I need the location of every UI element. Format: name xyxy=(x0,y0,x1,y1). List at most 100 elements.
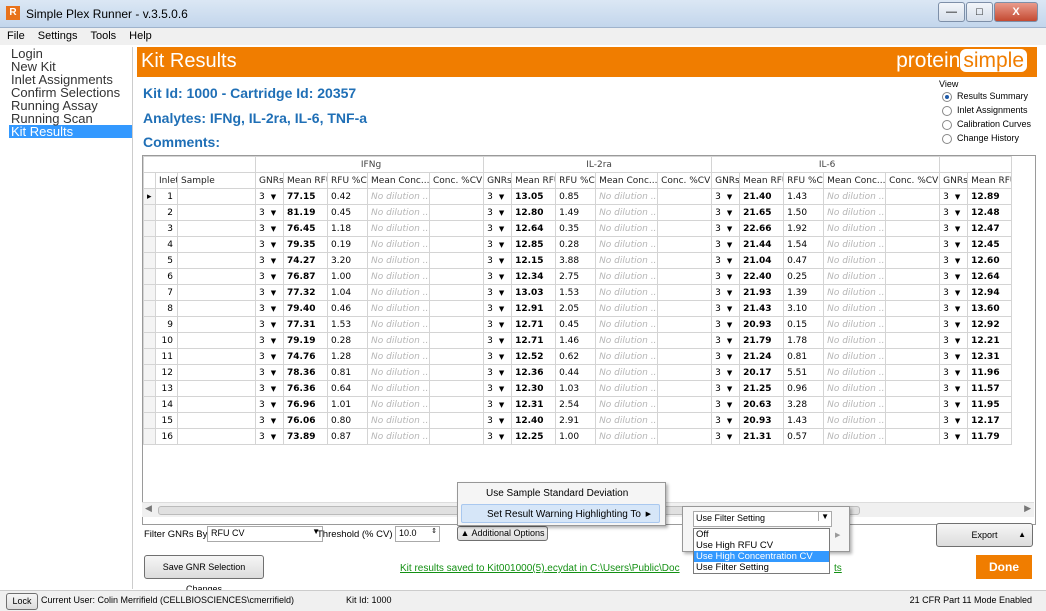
view-option-change-history[interactable]: Change History xyxy=(939,131,1035,145)
gnr-select[interactable]: 3 ▼ xyxy=(939,220,969,237)
gnr-select[interactable]: 3 ▼ xyxy=(939,332,969,349)
gnr-select[interactable]: 3 ▼ xyxy=(939,396,969,413)
sample-cell[interactable] xyxy=(176,204,257,221)
gnr-select[interactable]: 3 ▼ xyxy=(711,412,741,429)
export-button[interactable]: Export ▲ xyxy=(936,523,1033,547)
gnr-select[interactable]: 3 ▼ xyxy=(711,204,741,221)
gnr-select[interactable]: 3 ▼ xyxy=(483,268,513,285)
gnr-select[interactable]: 3 ▼ xyxy=(939,348,969,365)
gnr-select[interactable]: 3 ▼ xyxy=(711,332,741,349)
gnr-select[interactable]: 3 ▼ xyxy=(255,396,285,413)
saved-file-link-tail[interactable]: ts xyxy=(834,563,842,574)
table-row[interactable]: 13 3 ▼ 76.36 0.64 No dilution ... 3 ▼ 12.30 1.03 N… xyxy=(143,380,1013,397)
gnr-select[interactable]: 3 ▼ xyxy=(939,412,969,429)
gnr-select[interactable]: 3 ▼ xyxy=(939,188,969,205)
column-header[interactable]: Conc. %CV xyxy=(429,172,485,189)
gnr-select[interactable]: 3 ▼ xyxy=(255,316,285,333)
menu-item-sample-std-dev[interactable]: Use Sample Standard Deviation xyxy=(461,484,660,503)
gnr-select[interactable]: 3 ▼ xyxy=(255,284,285,301)
gnr-select[interactable]: 3 ▼ xyxy=(255,220,285,237)
gnr-select[interactable]: 3 ▼ xyxy=(939,428,969,445)
gnr-select[interactable]: 3 ▼ xyxy=(711,252,741,269)
chevron-down-icon[interactable]: ▼ xyxy=(818,512,829,521)
column-header[interactable]: Mean Conc... xyxy=(367,172,431,189)
close-button[interactable]: X xyxy=(994,2,1038,22)
table-row[interactable]: ▸ 1 3 ▼ 77.15 0.42 No dilution ... 3 ▼ 13.05 0.85 N… xyxy=(143,188,1013,205)
gnr-select[interactable]: 3 ▼ xyxy=(255,428,285,445)
column-header[interactable]: Mean RFU xyxy=(511,172,557,189)
gnr-select[interactable]: 3 ▼ xyxy=(711,364,741,381)
table-row[interactable]: 3 3 ▼ 76.45 1.18 No dilution ... 3 ▼ 12.64 0.35 No… xyxy=(143,220,1013,237)
gnr-select[interactable]: 3 ▼ xyxy=(711,188,741,205)
gnr-select[interactable]: 3 ▼ xyxy=(483,396,513,413)
gnr-select[interactable]: 3 ▼ xyxy=(711,284,741,301)
gnr-select[interactable]: 3 ▼ xyxy=(483,188,513,205)
sample-cell[interactable] xyxy=(176,220,257,237)
sample-cell[interactable] xyxy=(176,332,257,349)
gnr-select[interactable]: 3 ▼ xyxy=(255,380,285,397)
gnr-select[interactable]: 3 ▼ xyxy=(483,220,513,237)
gnr-select[interactable]: 3 ▼ xyxy=(483,364,513,381)
table-row[interactable]: 9 3 ▼ 77.31 1.53 No dilution ... 3 ▼ 12.71 0.45 No… xyxy=(143,316,1013,333)
gnr-select[interactable]: 3 ▼ xyxy=(483,412,513,429)
gnr-select[interactable]: 3 ▼ xyxy=(255,236,285,253)
view-option-calibration-curves[interactable]: Calibration Curves xyxy=(939,117,1035,131)
column-header[interactable]: Mean Conc... xyxy=(823,172,887,189)
gnr-select[interactable]: 3 ▼ xyxy=(939,284,969,301)
threshold-input[interactable]: 10.0 ⇕ xyxy=(395,526,440,542)
sample-cell[interactable] xyxy=(176,380,257,397)
sample-cell[interactable] xyxy=(176,268,257,285)
gnr-select[interactable]: 3 ▼ xyxy=(939,204,969,221)
gnr-select[interactable]: 3 ▼ xyxy=(711,380,741,397)
maximize-button[interactable]: □ xyxy=(966,2,993,22)
saved-file-link[interactable]: Kit results saved to Kit001000(5).ecydat… xyxy=(400,563,680,574)
column-header[interactable]: Mean RFU xyxy=(967,172,1013,189)
column-header[interactable]: GNRs xyxy=(255,172,285,189)
gnr-select[interactable]: 3 ▼ xyxy=(255,332,285,349)
gnr-select[interactable]: 3 ▼ xyxy=(255,268,285,285)
gnr-select[interactable]: 3 ▼ xyxy=(255,204,285,221)
column-header[interactable]: Conc. %CV xyxy=(885,172,941,189)
warning-highlight-combo[interactable]: Use Filter Setting ▼ xyxy=(693,511,832,527)
column-header[interactable]: RFU %CV xyxy=(555,172,597,189)
gnr-select[interactable]: 3 ▼ xyxy=(255,348,285,365)
gnr-select[interactable]: 3 ▼ xyxy=(711,268,741,285)
table-row[interactable]: 6 3 ▼ 76.87 1.00 No dilution ... 3 ▼ 12.34 2.75 No… xyxy=(143,268,1013,285)
dropdown-option-off[interactable]: Off xyxy=(694,529,829,540)
additional-options-button[interactable]: ▲ Additional Options xyxy=(457,526,548,541)
gnr-select[interactable]: 3 ▼ xyxy=(483,380,513,397)
table-row[interactable]: 11 3 ▼ 74.76 1.28 No dilution ... 3 ▼ 12.52 0.62 N… xyxy=(143,348,1013,365)
sample-cell[interactable] xyxy=(176,300,257,317)
gnr-select[interactable]: 3 ▼ xyxy=(483,428,513,445)
menu-settings[interactable]: Settings xyxy=(31,28,84,42)
gnr-select[interactable]: 3 ▼ xyxy=(711,220,741,237)
gnr-select[interactable]: 3 ▼ xyxy=(483,332,513,349)
gnr-select[interactable]: 3 ▼ xyxy=(255,412,285,429)
table-row[interactable]: 10 3 ▼ 79.19 0.28 No dilution ... 3 ▼ 12.71 1.46 N… xyxy=(143,332,1013,349)
gnr-select[interactable]: 3 ▼ xyxy=(711,236,741,253)
sample-cell[interactable] xyxy=(176,188,257,205)
gnr-select[interactable]: 3 ▼ xyxy=(939,316,969,333)
gnr-select[interactable]: 3 ▼ xyxy=(255,188,285,205)
table-row[interactable]: 5 3 ▼ 74.27 3.20 No dilution ... 3 ▼ 12.15 3.88 No… xyxy=(143,252,1013,269)
column-header[interactable]: Mean Conc... xyxy=(595,172,659,189)
minimize-button[interactable]: — xyxy=(938,2,965,22)
sample-cell[interactable] xyxy=(176,252,257,269)
table-row[interactable]: 2 3 ▼ 81.19 0.45 No dilution ... 3 ▼ 12.80 1.49 No… xyxy=(143,204,1013,221)
scroll-left-icon[interactable]: ◀ xyxy=(145,503,152,514)
gnr-select[interactable]: 3 ▼ xyxy=(711,396,741,413)
gnr-select[interactable]: 3 ▼ xyxy=(255,300,285,317)
filter-combo[interactable]: RFU CV ▼ xyxy=(207,526,323,542)
column-header[interactable]: Conc. %CV xyxy=(657,172,713,189)
column-header[interactable]: Mean RFU xyxy=(739,172,785,189)
column-header[interactable]: Sample xyxy=(176,172,257,189)
save-gnr-button[interactable]: Save GNR Selection Changes xyxy=(144,555,264,594)
sample-cell[interactable] xyxy=(176,364,257,381)
dropdown-option-use-filter-setting[interactable]: Use Filter Setting xyxy=(694,562,829,573)
dropdown-option-use-high-concentration-cv[interactable]: Use High Concentration CV xyxy=(694,551,829,562)
sample-cell[interactable] xyxy=(176,396,257,413)
scroll-right-icon[interactable]: ▶ xyxy=(1024,503,1031,514)
gnr-select[interactable]: 3 ▼ xyxy=(483,348,513,365)
view-option-inlet-assignments[interactable]: Inlet Assignments xyxy=(939,103,1035,117)
sample-cell[interactable] xyxy=(176,236,257,253)
